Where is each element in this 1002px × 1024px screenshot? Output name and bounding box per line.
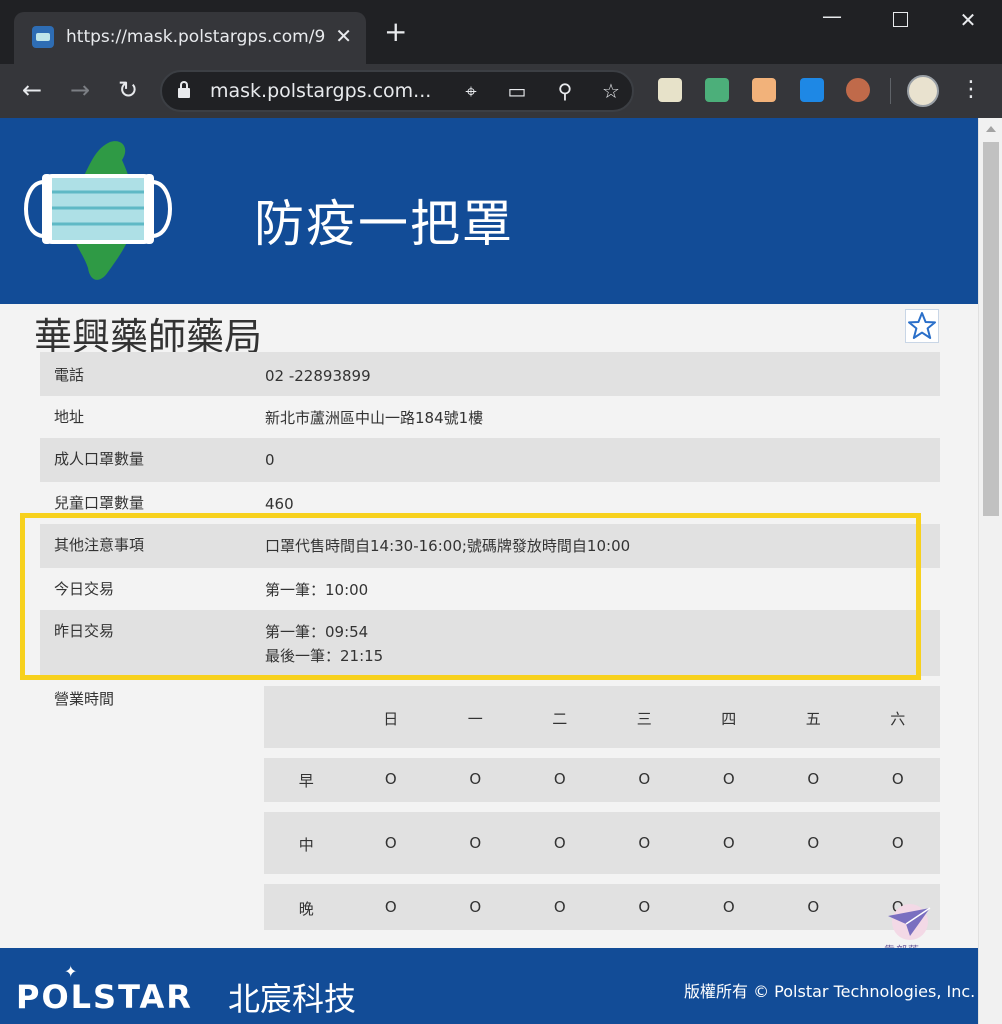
hours-mark: O bbox=[722, 898, 735, 916]
bookmark-star-icon[interactable]: ☆ bbox=[598, 78, 624, 104]
toolbar-separator bbox=[890, 78, 891, 104]
browser-toolbar: ← → ↻ mask.polstargps.com... ⌖ ▭ ⚲ ☆ ⋮ bbox=[0, 64, 1002, 118]
hours-mark: O bbox=[638, 834, 651, 852]
hours-mark: O bbox=[722, 834, 735, 852]
info-label: 成人口罩數量 bbox=[54, 450, 145, 468]
info-label: 地址 bbox=[54, 408, 85, 426]
hours-day-header: 二 bbox=[552, 710, 568, 728]
hours-period: 中 bbox=[298, 836, 314, 854]
footer-copyright: 版權所有 © Polstar Technologies, Inc. bbox=[684, 982, 976, 1001]
site-footer: ✦ POLSTAR 北宸科技 版權所有 © Polstar Technologi… bbox=[0, 948, 978, 1024]
scrollbar-thumb[interactable] bbox=[983, 142, 999, 516]
reload-button[interactable]: ↻ bbox=[114, 76, 142, 104]
hours-mark: O bbox=[553, 834, 566, 852]
hours-grid: 日 一 二 三 四 五 六 早 O O O O O O O 中 O O O O … bbox=[264, 686, 940, 930]
star-icon bbox=[908, 312, 936, 339]
info-row-adult-masks: 成人口罩數量 0 bbox=[40, 438, 940, 482]
hours-mark: O bbox=[891, 834, 904, 852]
new-tab-button[interactable]: + bbox=[384, 18, 407, 46]
highlight-frame bbox=[20, 513, 921, 680]
hours-day-header bbox=[264, 708, 349, 748]
hours-day-header: 三 bbox=[636, 710, 652, 728]
info-value: 新北市蘆洲區中山一路184號1樓 bbox=[265, 409, 484, 427]
hours-mark: O bbox=[638, 770, 651, 788]
extension-notes-icon[interactable] bbox=[658, 78, 682, 102]
site-header: 防疫一把罩 bbox=[0, 118, 978, 304]
hours-period: 晚 bbox=[298, 900, 314, 918]
hours-mark: O bbox=[469, 898, 482, 916]
info-row-phone: 電話 02 -22893899 bbox=[40, 352, 940, 396]
taiwan-mask-logo-icon bbox=[24, 141, 172, 280]
footer-brand: POLSTAR bbox=[16, 978, 193, 1016]
hours-mark: O bbox=[384, 770, 397, 788]
hours-mark: O bbox=[469, 834, 482, 852]
maximize-icon bbox=[892, 12, 908, 27]
tab-title: https://mask.polstargps.com/9 bbox=[66, 27, 326, 47]
hours-mark: O bbox=[553, 898, 566, 916]
hours-day-header: 一 bbox=[467, 710, 483, 728]
site-title: 防疫一把罩 bbox=[254, 195, 514, 253]
extension-face-icon[interactable] bbox=[752, 78, 776, 102]
hours-mark: O bbox=[469, 770, 482, 788]
extension-avatar-icon[interactable] bbox=[846, 78, 870, 102]
hours-header-row: 日 一 二 三 四 五 六 bbox=[264, 686, 940, 748]
paper-plane-icon bbox=[888, 904, 931, 940]
page-viewport: 防疫一把罩 華興藥師藥局 電話 02 -22893899 地址 新北市蘆洲區中山… bbox=[0, 118, 978, 1024]
browser-menu-icon[interactable]: ⋮ bbox=[960, 76, 982, 104]
extension-share-icon[interactable] bbox=[800, 78, 824, 102]
favorite-button[interactable] bbox=[905, 309, 939, 343]
hours-mark: O bbox=[384, 898, 397, 916]
hours-day-header: 日 bbox=[383, 710, 399, 728]
zoom-icon[interactable]: ⚲ bbox=[552, 78, 578, 104]
profile-avatar[interactable] bbox=[907, 75, 939, 107]
maximize-window-button[interactable] bbox=[880, 8, 920, 32]
hours-label: 營業時間 bbox=[54, 690, 115, 708]
hours-day-header: 六 bbox=[890, 710, 906, 728]
cast-devices-icon[interactable]: ▭ bbox=[504, 78, 530, 104]
hours-row-noon: 中 O O O O O O O bbox=[264, 812, 940, 874]
hours-mark: O bbox=[553, 770, 566, 788]
hours-mark: O bbox=[807, 834, 820, 852]
address-bar[interactable]: mask.polstargps.com... ⌖ ▭ ⚲ ☆ bbox=[160, 70, 634, 112]
location-icon[interactable]: ⌖ bbox=[458, 78, 484, 104]
hours-day-header: 五 bbox=[805, 710, 821, 728]
browser-tab[interactable]: https://mask.polstargps.com/9 ✕ bbox=[14, 12, 366, 64]
hours-day-header: 四 bbox=[721, 710, 737, 728]
tab-strip: https://mask.polstargps.com/9 ✕ + — ✕ bbox=[0, 0, 1002, 64]
site-favicon-icon bbox=[32, 26, 54, 48]
minimize-window-button[interactable]: — bbox=[812, 4, 852, 28]
back-button[interactable]: ← bbox=[18, 76, 46, 104]
hours-mark: O bbox=[384, 834, 397, 852]
info-label: 電話 bbox=[54, 366, 85, 384]
url-text: mask.polstargps.com... bbox=[210, 80, 432, 102]
extension-mail-icon[interactable] bbox=[705, 78, 729, 102]
hours-mark: O bbox=[722, 770, 735, 788]
close-tab-icon[interactable]: ✕ bbox=[335, 24, 352, 48]
info-value: 0 bbox=[265, 451, 275, 469]
lock-icon bbox=[178, 81, 190, 99]
hours-row-evening: 晚 O O O O O O O bbox=[264, 884, 940, 930]
hours-row-morning: 早 O O O O O O O bbox=[264, 758, 940, 802]
footer-brand-cn: 北宸科技 bbox=[228, 980, 357, 1018]
forward-button[interactable]: → bbox=[66, 76, 94, 104]
info-value: 02 -22893899 bbox=[265, 367, 371, 385]
page-scrollbar[interactable] bbox=[978, 118, 1002, 1024]
hours-mark: O bbox=[638, 898, 651, 916]
hours-mark: O bbox=[807, 770, 820, 788]
hours-mark: O bbox=[807, 898, 820, 916]
hours-period: 早 bbox=[298, 772, 314, 790]
hours-mark: O bbox=[891, 770, 904, 788]
scroll-up-icon[interactable] bbox=[986, 126, 996, 132]
info-row-address: 地址 新北市蘆洲區中山一路184號1樓 bbox=[40, 396, 940, 438]
close-window-button[interactable]: ✕ bbox=[948, 8, 988, 32]
